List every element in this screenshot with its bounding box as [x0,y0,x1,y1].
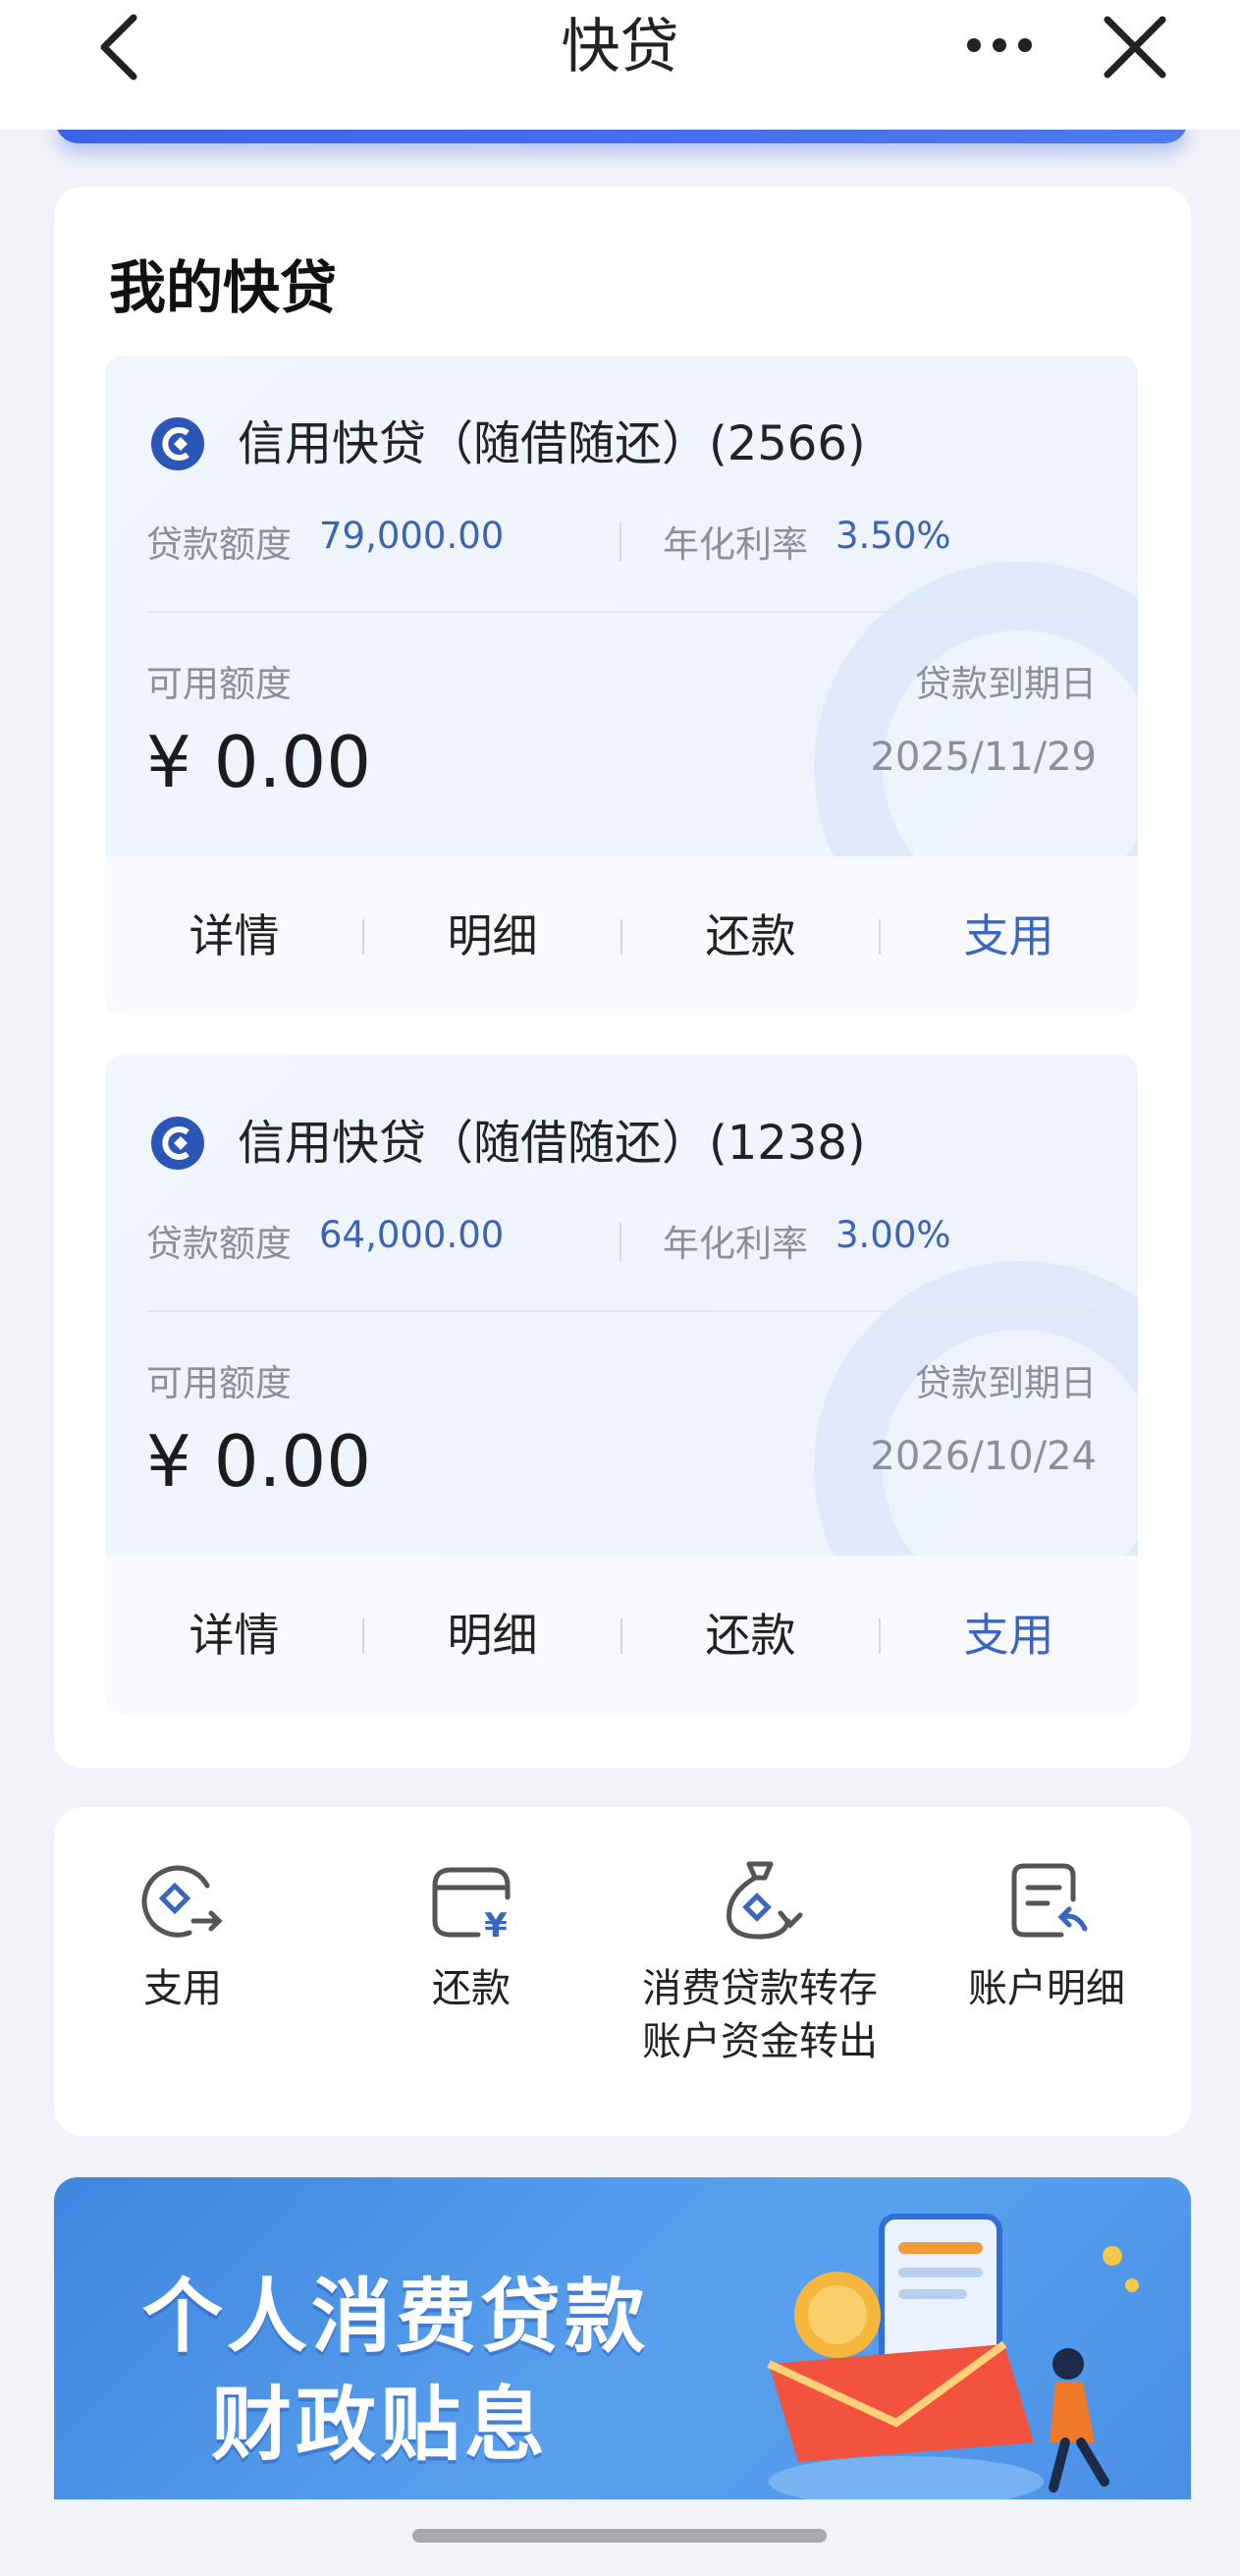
transactions-button[interactable]: 明细 [363,856,621,1015]
repay-button[interactable]: 还款 [621,1556,880,1715]
available-limit-value: ¥ 0.00 [146,1420,372,1503]
bank-logo-icon [151,417,204,470]
loan-actions: 详情 明细 还款 支用 [105,1556,1138,1715]
page-title: 快贷 [561,13,679,82]
quick-repay[interactable]: ¥ 还款 [349,1856,594,2015]
loan-card-1238[interactable]: 信用快贷（随借随还）(1238) 贷款额度 64,000.00 年化利率 3.0… [105,1055,1138,1715]
due-date-label: 贷款到期日 [915,1362,1097,1404]
section-title: 我的快贷 [109,254,338,321]
details-button[interactable]: 详情 [105,856,363,1015]
quick-action-label-line2: 账户资金转出 [642,2019,878,2064]
withdraw-button[interactable]: 支用 [880,1556,1138,1715]
bank-watermark-icon [814,562,1138,856]
banner-line1: 个人消费贷款 [142,2271,650,2364]
interest-rate-label: 年化利率 [663,1223,808,1265]
banner-headline: 个人消费贷款 财政贴息 [142,2264,649,2480]
promo-banner[interactable]: 个人消费贷款 财政贴息 [54,2177,1191,2499]
account-statement-icon [1011,1863,1088,1938]
available-limit-value: ¥ 0.00 [146,721,372,803]
interest-rate-value: 3.50% [836,515,951,557]
loan-amount-label: 贷款额度 [146,523,292,566]
bank-watermark-icon [814,1261,1138,1556]
due-date-label: 贷款到期日 [915,663,1097,705]
available-limit-label: 可用额度 [146,1362,292,1404]
loan-name: 信用快贷（随借随还）(1238) [238,1116,866,1171]
quick-action-label-line1: 消费贷款转存 [642,1966,878,2011]
interest-rate-value: 3.00% [836,1214,951,1256]
quick-action-label: 还款 [432,1966,511,2011]
available-limit-label: 可用额度 [146,663,292,705]
transactions-button[interactable]: 明细 [363,1556,621,1715]
loan-name: 信用快贷（随借随还）(2566) [238,416,866,471]
money-bag-transfer-icon [727,1861,803,1940]
due-date-value: 2025/11/29 [870,735,1097,780]
meta-divider [620,1222,621,1261]
quick-action-label: 支用 [143,1966,222,2011]
divider [146,1310,1097,1312]
loan-summary: 信用快贷（随借随还）(2566) 贷款额度 79,000.00 年化利率 3.5… [105,356,1138,856]
loan-amount-value: 64,000.00 [319,1214,505,1256]
more-options-icon[interactable] [960,16,1039,75]
due-date-value: 2026/10/24 [870,1434,1097,1479]
quick-transfer[interactable]: 消费贷款转存 账户资金转出 [637,1856,883,2068]
quick-account-statement[interactable]: 账户明细 [924,1856,1169,2015]
repay-wallet-icon: ¥ [432,1867,511,1945]
top-nav-bar: 快贷 [0,0,1240,130]
my-loans-card: 我的快贷 信用快贷（随借随还）(2566) 贷款额度 79,000.00 年化利… [54,187,1191,1768]
bank-logo-icon [151,1117,204,1170]
loan-actions: 详情 明细 还款 支用 [105,856,1138,1015]
withdraw-button[interactable]: 支用 [880,856,1138,1015]
gift-box-illustration-icon [767,2214,1139,2499]
close-icon[interactable] [1098,10,1172,84]
quick-actions-card: 支用 ¥ 还款 消费贷款转存 账户资金转出 账户明细 [54,1807,1191,2136]
loan-summary: 信用快贷（随借随还）(1238) 贷款额度 64,000.00 年化利率 3.0… [105,1055,1138,1556]
svg-text:¥: ¥ [484,1906,508,1945]
meta-divider [620,522,621,562]
loan-card-2566[interactable]: 信用快贷（随借随还）(2566) 贷款额度 79,000.00 年化利率 3.5… [105,356,1138,1015]
home-indicator[interactable] [412,2529,827,2543]
repay-button[interactable]: 还款 [621,856,880,1015]
loan-amount-label: 贷款额度 [146,1223,292,1265]
quick-action-label: 账户明细 [968,1966,1125,2011]
banner-line2: 财政贴息 [211,2379,550,2472]
divider [146,611,1097,613]
interest-rate-label: 年化利率 [663,523,808,566]
loan-amount-value: 79,000.00 [319,515,505,557]
withdraw-icon [141,1865,223,1938]
quick-withdraw[interactable]: 支用 [60,1856,305,2015]
details-button[interactable]: 详情 [105,1556,363,1715]
